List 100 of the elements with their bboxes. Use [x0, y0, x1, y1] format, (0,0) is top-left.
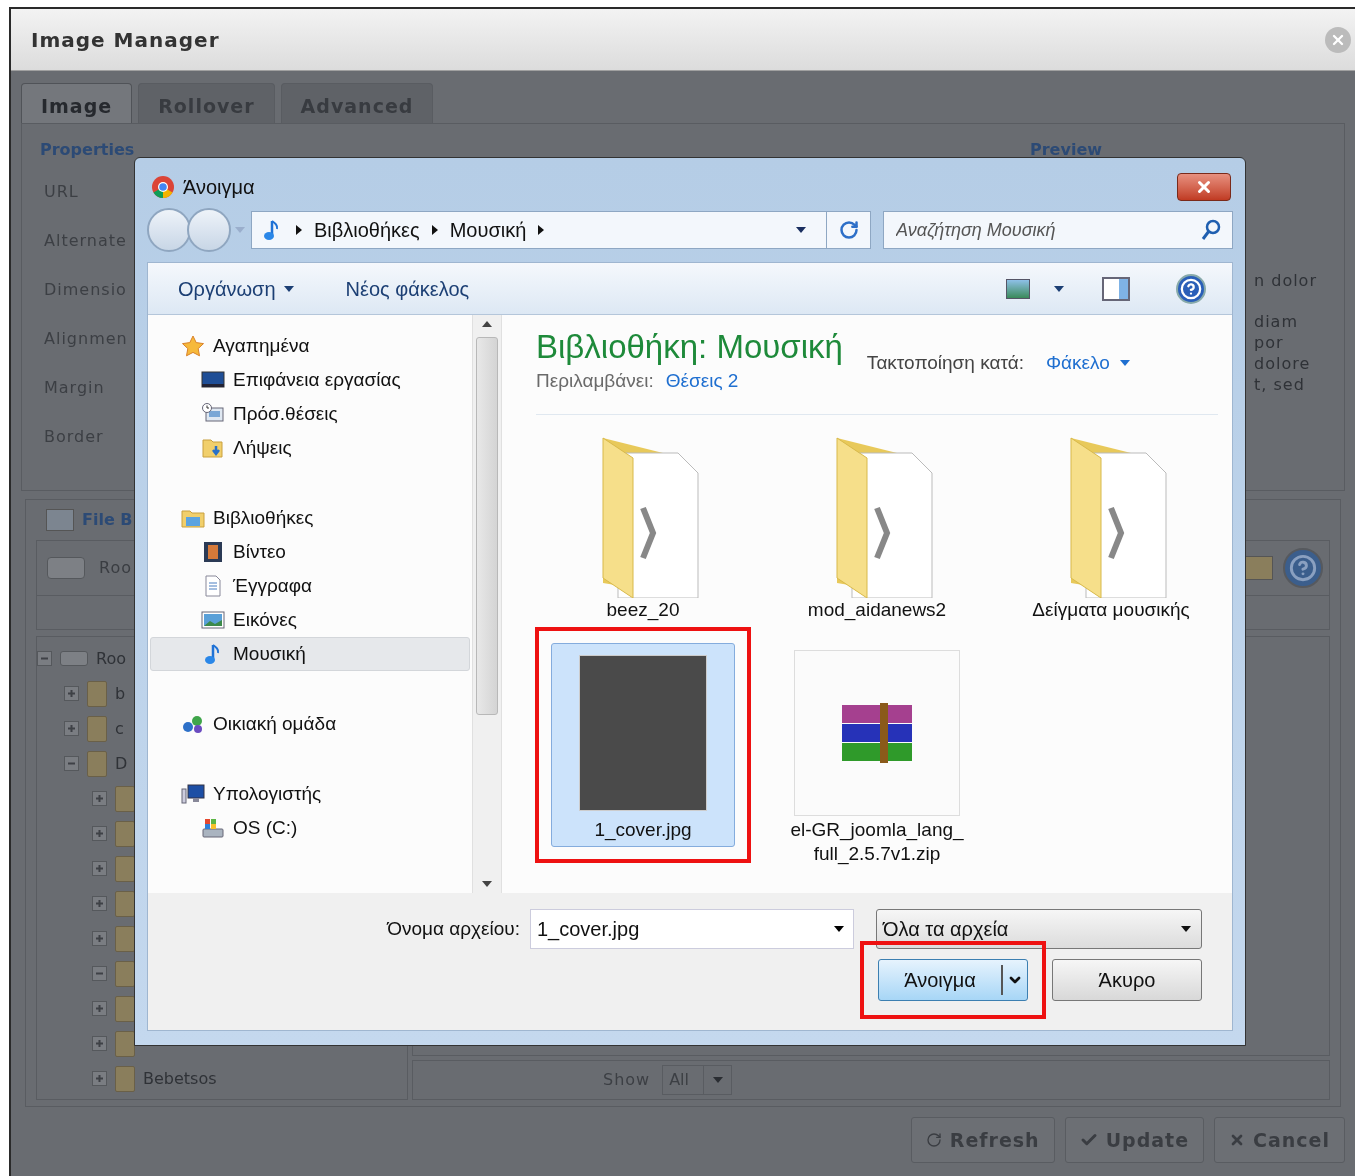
preview-text-line: t, sed [1254, 374, 1305, 395]
drive-icon [60, 651, 88, 666]
breadcrumb-arrow-icon[interactable] [296, 225, 302, 235]
file-item[interactable]: el-GR_joomla_lang_full_2.5.7v1.zip [785, 642, 969, 871]
file-item[interactable]: beez_20 [551, 422, 735, 627]
plus-icon [67, 724, 76, 733]
nav-item[interactable]: Εικόνες [150, 603, 470, 637]
file-name: 1_cover.jpg [593, 817, 693, 842]
file-item[interactable]: mod_aidanews2 [785, 422, 969, 627]
tree-toggle[interactable] [92, 931, 107, 946]
preview-text-line: por [1254, 332, 1284, 353]
preview-text-line: diam [1254, 311, 1298, 332]
tree-toggle[interactable] [92, 791, 107, 806]
star-icon [181, 335, 205, 357]
file-name: el-GR_joomla_lang_full_2.5.7v1.zip [789, 817, 965, 866]
preview-text-line: dolore [1254, 353, 1311, 374]
tree-toggle[interactable] [64, 756, 79, 771]
download-folder-icon [201, 437, 225, 459]
tree-toggle[interactable] [92, 1001, 107, 1016]
tree-toggle[interactable] [92, 861, 107, 876]
folder-icon [115, 785, 135, 812]
caret-icon [283, 285, 294, 292]
film-icon [201, 541, 225, 563]
tree-toggle[interactable] [92, 826, 107, 841]
nav-item[interactable]: Αγαπημένα [150, 329, 470, 363]
scrollbar[interactable] [472, 315, 502, 893]
tree-toggle[interactable] [64, 686, 79, 701]
panel-title: File B [82, 509, 133, 531]
history-caret-icon [235, 227, 245, 233]
nav-item[interactable]: Οικιακή ομάδα [150, 707, 470, 741]
back-button[interactable] [147, 208, 191, 252]
nav-item[interactable]: Υπολογιστής [150, 777, 470, 811]
tree-toggle[interactable] [92, 1036, 107, 1051]
caret-icon [834, 926, 844, 932]
dialog-title: Άνοιγμα [183, 175, 255, 200]
folder-icon [115, 995, 135, 1022]
close-button[interactable] [1177, 173, 1231, 201]
library-title: Βιβλιοθήκη: Μουσική [536, 327, 843, 367]
file-item[interactable]: 1_cover.jpg [551, 642, 735, 847]
search-icon [1201, 219, 1221, 241]
folder-icon [87, 715, 107, 742]
tree-toggle[interactable] [37, 651, 52, 666]
tree-toggle[interactable] [64, 721, 79, 736]
nav-item[interactable]: Μουσική [150, 637, 470, 671]
locations-link[interactable]: Θέσεις 2 [665, 367, 739, 396]
tree-toggle[interactable] [92, 1071, 107, 1086]
includes-label: Περιλαμβάνει: [536, 369, 654, 393]
drive-icon [201, 817, 225, 839]
tree-toggle[interactable] [92, 896, 107, 911]
chrome-logo-icon [151, 175, 175, 199]
library-folder-icon [181, 507, 205, 529]
organize-menu[interactable]: Οργάνωση [178, 273, 294, 304]
breadcrumb-arrow-icon[interactable] [431, 225, 438, 235]
nav-item[interactable]: Έγγραφα [150, 569, 470, 603]
open-button[interactable]: Άνοιγμα [878, 959, 1028, 1001]
file-type-select[interactable]: Όλα τα αρχεία [876, 909, 1202, 949]
folder-icon [115, 960, 135, 987]
help-button[interactable] [1176, 273, 1206, 304]
plus-icon [95, 934, 104, 943]
breadcrumb[interactable]: Μουσική [449, 215, 527, 245]
help-icon [1289, 554, 1317, 582]
forward-button[interactable] [187, 208, 231, 252]
refresh-icon [838, 220, 859, 240]
arrange-dropdown[interactable]: Φάκελο [1045, 349, 1130, 378]
folder-icon [87, 680, 107, 707]
caret-icon [712, 1077, 723, 1083]
file-name-label: Όνομα αρχείου: [387, 916, 520, 941]
new-folder-button[interactable]: Νέος φάκελος [345, 273, 470, 304]
caret-icon [1119, 360, 1130, 367]
breadcrumb-arrow-icon[interactable] [538, 225, 545, 235]
plus-icon [95, 829, 104, 838]
scrollbar-thumb[interactable] [476, 337, 498, 715]
nav-item[interactable]: Επιφάνεια εργασίας [150, 363, 470, 397]
refresh-icon [925, 1132, 942, 1148]
cancel-button[interactable]: Άκυρο [1052, 959, 1202, 1001]
folder-icon [115, 890, 135, 917]
address-caret-icon [796, 227, 806, 233]
address-bar[interactable]: Βιβλιοθήκες Μουσική [251, 211, 871, 249]
folder-icon [115, 1030, 135, 1057]
arrange-label: Τακτοποίηση κατά: [866, 351, 1024, 375]
plus-icon [95, 1074, 104, 1083]
nav-item[interactable]: Βιβλιοθήκες [150, 501, 470, 535]
nav-item[interactable]: Πρόσ.θέσεις [150, 397, 470, 431]
plus-icon [95, 864, 104, 873]
tree-toggle[interactable] [92, 966, 107, 981]
file-item[interactable]: Δείγματα μουσικής [1019, 422, 1203, 627]
preview-pane-icon[interactable] [1102, 276, 1130, 301]
nav-item[interactable]: OS (C:) [150, 811, 470, 845]
plus-icon [95, 899, 104, 908]
folder-icon [87, 750, 107, 777]
view-icon[interactable] [1006, 278, 1030, 299]
file-name-field[interactable]: 1_cover.jpg [530, 909, 854, 949]
caret-icon [1181, 926, 1191, 932]
plus-icon [95, 1004, 104, 1013]
monitor-icon [201, 369, 225, 391]
nav-item[interactable]: Λήψεις [150, 431, 470, 465]
nav-item[interactable]: Βίντεο [150, 535, 470, 569]
drive-icon [47, 557, 85, 579]
help-button[interactable] [1283, 548, 1323, 588]
breadcrumb[interactable]: Βιβλιοθήκες [314, 215, 420, 245]
